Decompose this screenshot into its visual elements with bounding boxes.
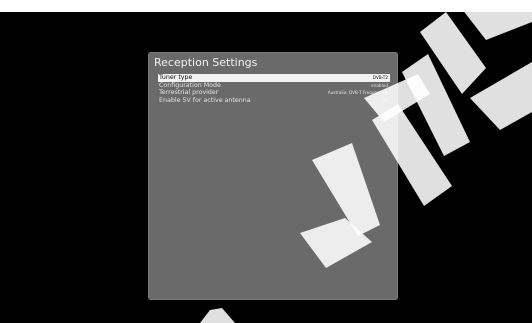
tv-screen: Reception Settings Tuner type DVB-T2 Con… [0,12,532,323]
setting-value: enabled [371,82,388,88]
setting-row-configuration-mode[interactable]: Configuration Mode enabled [158,82,390,90]
setting-label: Tuner type [159,74,193,81]
setting-row-tuner-type[interactable]: Tuner type DVB-T2 [158,74,390,82]
setting-value: off [382,97,388,103]
settings-list: Tuner type DVB-T2 Configuration Mode ena… [158,74,390,104]
setting-label: Enable 5V for active antenna [159,96,251,104]
setting-row-terrestrial-provider[interactable]: Terrestrial provider Australia: DVB-T Fr… [158,89,390,97]
setting-label: Configuration Mode [159,81,221,89]
setting-value: DVB-T2 [372,75,388,80]
setting-value: Australia: DVB-T Frequencies [327,90,388,95]
setting-row-enable-5v[interactable]: Enable 5V for active antenna off [158,97,390,105]
panel-title: Reception Settings [154,56,258,69]
setting-label: Terrestrial provider [159,89,219,96]
reception-settings-panel: Reception Settings Tuner type DVB-T2 Con… [148,52,398,300]
